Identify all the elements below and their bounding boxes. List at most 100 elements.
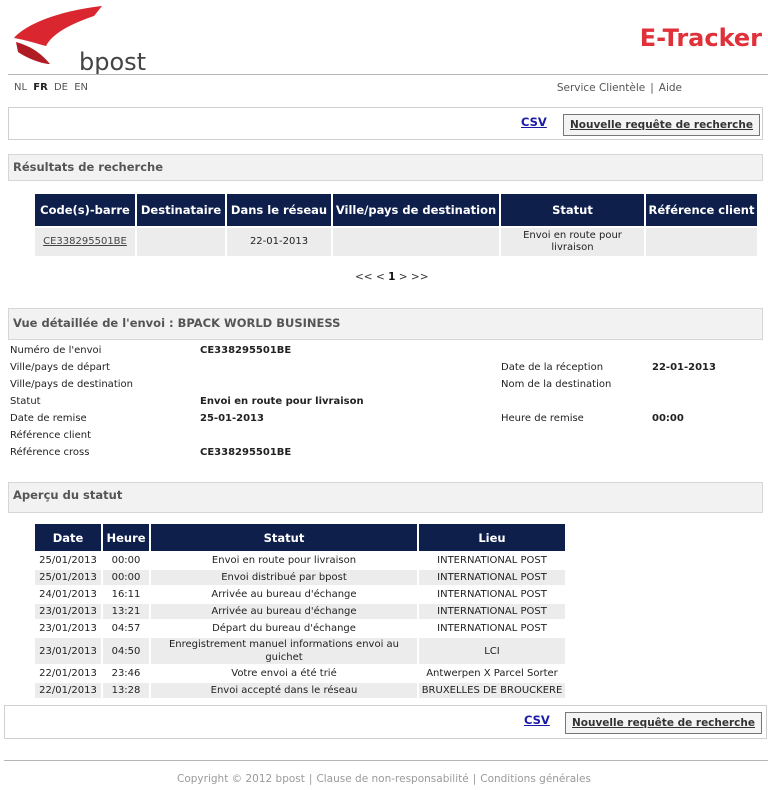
table-row: 23/01/2013 04:50 Enregistrement manuel inf… <box>35 638 565 664</box>
bottom-action-bar: CSV Nouvelle requête de recherche <box>4 705 767 739</box>
status-cell-date: 23/01/2013 <box>35 604 101 619</box>
bpost-logo[interactable]: bpost <box>10 4 146 76</box>
service-link[interactable]: Service Clientèle <box>557 82 645 94</box>
table-row: 22/01/2013 23:46 Votre envoi a été trié Ant… <box>35 666 565 681</box>
detail-label-delivery-time: Heure de remise <box>501 413 584 424</box>
results-section-header: Résultats de recherche <box>8 154 763 181</box>
status-cell-place: INTERNATIONAL POST <box>419 587 565 602</box>
logo-text: bpost <box>79 48 147 76</box>
detail-label-departure: Ville/pays de départ <box>10 362 110 373</box>
status-table: Date Heure Statut Lieu 25/01/2013 00:00 En… <box>33 522 567 700</box>
top-action-bar: CSV Nouvelle requête de recherche <box>8 107 763 140</box>
status-cell-date: 23/01/2013 <box>35 638 101 664</box>
lang-en[interactable]: EN <box>74 82 88 93</box>
results-col-recipient: Destinataire <box>137 194 225 226</box>
status-col-place: Lieu <box>419 524 565 551</box>
header-divider <box>8 74 768 75</box>
disclaimer-link[interactable]: Clause de non-responsabilité <box>316 773 468 785</box>
detail-label-status: Statut <box>10 396 41 407</box>
new-search-button-bottom[interactable]: Nouvelle requête de recherche <box>565 712 762 734</box>
status-cell-status: Envoi accepté dans le réseau <box>151 683 417 698</box>
pager-next[interactable]: > <box>399 271 408 283</box>
results-col-network: Dans le réseau <box>227 194 331 226</box>
results-cell-network: 22-01-2013 <box>227 228 331 256</box>
results-col-barcode: Code(s)-barre <box>35 194 135 226</box>
results-cell-recipient <box>137 228 225 256</box>
pager-prev[interactable]: < <box>376 271 385 283</box>
footer-separator: | <box>472 773 477 785</box>
top-links: Service Clientèle | Aide <box>557 82 682 94</box>
status-cell-place: INTERNATIONAL POST <box>419 553 565 568</box>
table-row: 25/01/2013 00:00 Envoi distribué par bpost… <box>35 570 565 585</box>
lang-fr[interactable]: FR <box>33 82 48 93</box>
detail-value-cross-reference: CE338295501BE <box>200 447 292 458</box>
detail-value-status: Envoi en route pour livraison <box>200 396 364 407</box>
detail-label-shipment-number: Numéro de l'envoi <box>10 345 102 356</box>
status-cell-status: Envoi distribué par bpost <box>151 570 417 585</box>
status-cell-date: 22/01/2013 <box>35 666 101 681</box>
detail-label-reception-date: Date de la réception <box>501 362 604 373</box>
detail-value-reception-date: 22-01-2013 <box>652 362 716 373</box>
status-section-header: Aperçu du statut <box>8 482 763 513</box>
status-cell-date: 22/01/2013 <box>35 683 101 698</box>
footer-divider <box>4 760 768 761</box>
language-switcher: NL FR DE EN <box>14 82 91 93</box>
status-cell-status: Arrivée au bureau d'échange <box>151 604 417 619</box>
table-row: 25/01/2013 00:00 Envoi en route pour livra… <box>35 553 565 568</box>
status-cell-status: Arrivée au bureau d'échange <box>151 587 417 602</box>
status-cell-place: INTERNATIONAL POST <box>419 621 565 636</box>
status-cell-time: 04:50 <box>103 638 149 664</box>
new-search-button-top[interactable]: Nouvelle requête de recherche <box>563 114 760 136</box>
status-cell-time: 13:28 <box>103 683 149 698</box>
status-cell-time: 13:21 <box>103 604 149 619</box>
results-cell-status: Envoi en route pour livraison <box>501 228 644 256</box>
detail-value-delivery-date: 25-01-2013 <box>200 413 264 424</box>
table-row: 22/01/2013 13:28 Envoi accepté dans le rés… <box>35 683 565 698</box>
page-header: bpost E-Tracker <box>0 0 768 76</box>
detail-value-delivery-time: 00:00 <box>652 413 684 424</box>
results-cell-barcode: CE338295501BE <box>35 228 135 256</box>
detail-label-destination-name: Nom de la destination <box>501 379 612 390</box>
detail-value-shipment-number: CE338295501BE <box>200 345 292 356</box>
results-cell-reference <box>646 228 757 256</box>
help-link[interactable]: Aide <box>659 82 682 94</box>
results-cell-destination <box>333 228 499 256</box>
status-cell-status: Enregistrement manuel informations envoi… <box>151 638 417 664</box>
pager-last[interactable]: >> <box>411 271 429 283</box>
barcode-link[interactable]: CE338295501BE <box>43 236 127 247</box>
status-cell-place: Antwerpen X Parcel Sorter <box>419 666 565 681</box>
status-cell-time: 00:00 <box>103 570 149 585</box>
status-cell-time: 23:46 <box>103 666 149 681</box>
status-cell-time: 04:57 <box>103 621 149 636</box>
status-col-status: Statut <box>151 524 417 551</box>
pager-first[interactable]: << <box>355 271 373 283</box>
status-cell-date: 24/01/2013 <box>35 587 101 602</box>
copyright-text: Copyright © 2012 bpost <box>177 773 305 785</box>
table-row: CE338295501BE 22-01-2013 Envoi en route … <box>35 228 757 256</box>
page-footer: Copyright © 2012 bpost | Clause de non-res… <box>0 773 768 785</box>
status-cell-date: 23/01/2013 <box>35 621 101 636</box>
status-col-time: Heure <box>103 524 149 551</box>
status-cell-status: Votre envoi a été trié <box>151 666 417 681</box>
top-links-separator: | <box>650 82 654 94</box>
status-cell-date: 25/01/2013 <box>35 570 101 585</box>
lang-nl[interactable]: NL <box>14 82 27 93</box>
status-cell-time: 16:11 <box>103 587 149 602</box>
detail-label-client-reference: Référence client <box>10 430 92 441</box>
status-cell-place: LCI <box>419 638 565 664</box>
table-row: 23/01/2013 04:57 Départ du bureau d'échang… <box>35 621 565 636</box>
lang-de[interactable]: DE <box>54 82 68 93</box>
csv-link-top[interactable]: CSV <box>521 115 547 129</box>
pager-current[interactable]: 1 <box>388 271 395 283</box>
status-cell-time: 00:00 <box>103 553 149 568</box>
detail-label-cross-reference: Référence cross <box>10 447 90 458</box>
results-col-destination: Ville/pays de destination <box>333 194 499 226</box>
status-cell-place: INTERNATIONAL POST <box>419 570 565 585</box>
status-cell-date: 25/01/2013 <box>35 553 101 568</box>
status-cell-place: INTERNATIONAL POST <box>419 604 565 619</box>
status-cell-status: Envoi en route pour livraison <box>151 553 417 568</box>
terms-link[interactable]: Conditions générales <box>480 773 591 785</box>
table-row: 23/01/2013 13:21 Arrivée au bureau d'échan… <box>35 604 565 619</box>
csv-link-bottom[interactable]: CSV <box>524 713 550 727</box>
footer-separator: | <box>308 773 313 785</box>
